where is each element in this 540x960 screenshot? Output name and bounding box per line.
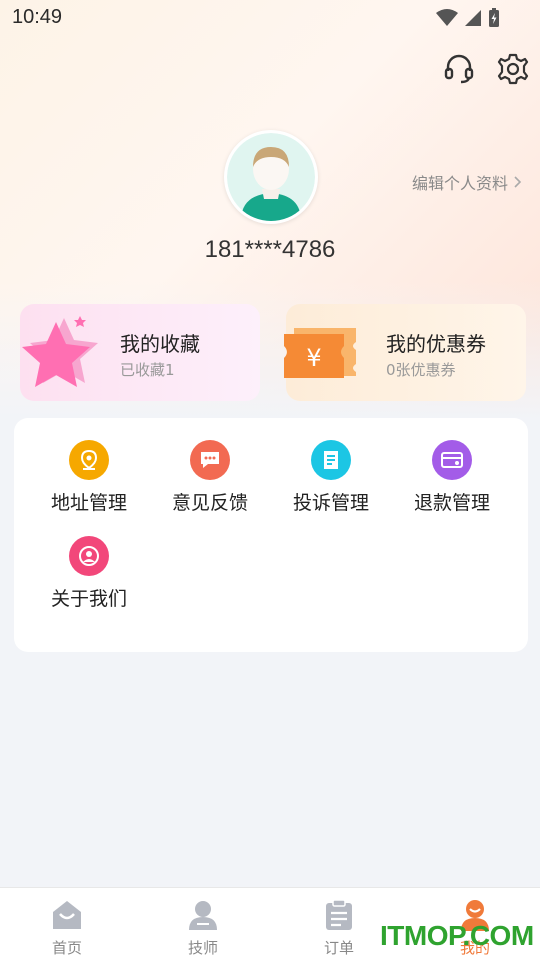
status-time: 10:49	[12, 6, 63, 28]
document-icon	[311, 440, 351, 480]
top-actions	[442, 52, 530, 86]
customer-service-icon[interactable]	[442, 52, 476, 86]
star-icon	[22, 316, 98, 387]
menu-item-refunds[interactable]: 退款管理	[392, 440, 512, 515]
edit-profile-label: 编辑个人资料	[411, 174, 508, 193]
edit-profile-link[interactable]: 编辑个人资料	[412, 170, 522, 194]
phone-number: 181****4786	[204, 236, 336, 263]
settings-gear-icon[interactable]	[496, 52, 530, 86]
menu-item-complaints[interactable]: 投诉管理	[271, 440, 391, 515]
avatar[interactable]	[224, 130, 318, 224]
favorites-count: 已收藏1	[120, 361, 175, 379]
menu-item-address[interactable]: 地址管理	[29, 440, 149, 515]
menu-label: 退款管理	[413, 492, 490, 514]
default-avatar-icon	[227, 133, 315, 221]
status-icons	[436, 8, 500, 28]
service-menu: 地址管理 意见反馈 投诉管理 退款管理 关于我们	[14, 418, 528, 652]
tab-label: 订单	[323, 939, 354, 957]
technician-icon	[189, 901, 217, 930]
card-refund-icon	[432, 440, 472, 480]
menu-label: 意见反馈	[171, 492, 248, 514]
tab-label: 技师	[187, 939, 218, 957]
svg-text:¥: ¥	[306, 344, 321, 372]
menu-label: 投诉管理	[292, 492, 369, 514]
favorites-card[interactable]: 我的收藏 已收藏1	[20, 304, 260, 401]
tab-home[interactable]: 首页	[22, 898, 112, 958]
coupons-count: 0张优惠券	[386, 361, 456, 379]
tab-label: 首页	[51, 939, 82, 957]
location-pin-icon	[69, 440, 109, 480]
favorites-title: 我的收藏	[120, 332, 200, 356]
menu-label: 地址管理	[50, 492, 127, 514]
signal-icon	[465, 10, 481, 26]
menu-item-about[interactable]: 关于我们	[29, 536, 149, 611]
status-bar: 10:49	[0, 0, 540, 36]
chat-bubble-icon	[190, 440, 230, 480]
tab-technician[interactable]: 技师	[158, 898, 248, 958]
menu-item-feedback[interactable]: 意见反馈	[150, 440, 270, 515]
coupon-ticket-icon: ¥	[284, 328, 356, 378]
wifi-icon	[436, 9, 458, 26]
watermark-text: ITMOP.COM	[380, 920, 534, 951]
home-icon	[53, 901, 81, 929]
person-icon	[69, 536, 109, 576]
clipboard-icon	[326, 899, 352, 930]
coupons-card[interactable]: ¥ 我的优惠券 0张优惠券	[284, 304, 526, 401]
tab-orders[interactable]: 订单	[294, 898, 384, 958]
coupons-title: 我的优惠券	[386, 332, 486, 356]
menu-label: 关于我们	[50, 588, 127, 610]
battery-icon	[489, 8, 499, 27]
chevron-right-icon	[514, 176, 522, 188]
